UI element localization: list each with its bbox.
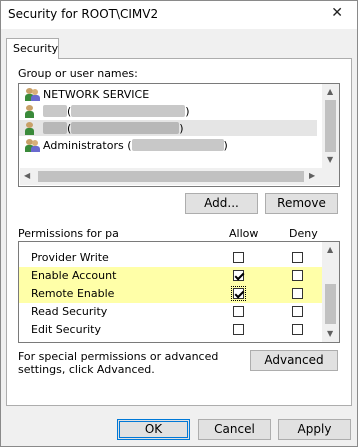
allow-checkbox[interactable] [231,286,246,301]
scroll-down-icon[interactable]: ▼ [327,329,333,338]
scroll-corner [322,168,339,185]
allow-checkbox[interactable] [233,306,244,317]
perm-row-edit-security: Edit Security [19,321,322,339]
list-item[interactable]: ( ) [25,103,190,119]
remove-button[interactable]: Remove [265,193,338,214]
permissions-vscrollbar[interactable]: ▲ ▼ [322,242,339,342]
user-list-vscrollbar[interactable]: ▲ ▼ [322,84,339,168]
dialog-footer: OK Cancel Apply [1,406,357,446]
scroll-right-icon[interactable]: ▶ [309,171,315,180]
perm-row-enable-account: Enable Account [19,267,322,285]
user-list-hscrollbar[interactable]: ◀ ▶ [20,168,322,185]
perm-row-provider-write: Provider Write [19,249,322,267]
redacted-text [71,122,180,134]
redacted-text [71,105,186,117]
deny-checkbox[interactable] [292,324,303,335]
perm-name: Remote Enable [31,287,115,300]
allow-checkbox[interactable] [233,270,244,281]
scroll-up-icon[interactable]: ▲ [327,87,333,96]
redacted-name [43,122,67,134]
scroll-thumb[interactable] [38,171,304,182]
scroll-thumb[interactable] [325,284,336,324]
security-dialog: Security for ROOT\CIMV2 ✕ Security Group… [0,0,358,447]
perm-name: Enable Account [31,269,117,282]
list-item[interactable]: NETWORK SERVICE [25,86,149,102]
close-icon[interactable]: ✕ [331,5,343,21]
permissions-label: Permissions for pa [18,227,119,240]
scroll-left-icon[interactable]: ◀ [24,171,30,180]
window-title: Security for ROOT\CIMV2 [8,7,159,21]
tab-security-label: Security [13,42,59,55]
user-name: Administrators [43,138,124,152]
deny-checkbox[interactable] [292,252,303,263]
perm-name: Edit Security [31,323,101,336]
scroll-thumb[interactable] [325,100,336,152]
user-name: NETWORK SERVICE [43,87,150,101]
advanced-button[interactable]: Advanced [250,350,338,371]
group-label: Group or user names: [18,67,138,80]
list-item[interactable]: Administrators ( ) [25,137,228,153]
add-button[interactable]: Add... [185,193,258,214]
permissions-list: Provider Write Enable Account Remote Ena… [18,241,340,343]
perm-name: Read Security [31,305,108,318]
deny-checkbox[interactable] [292,270,303,281]
title-bar: Security for ROOT\CIMV2 ✕ [1,1,357,29]
cancel-button[interactable]: Cancel [198,419,271,440]
allow-header: Allow [229,227,259,240]
list-item-selected[interactable]: ( ) [19,120,317,136]
scroll-up-icon[interactable]: ▲ [327,245,333,254]
user-group-icon [25,138,41,152]
advanced-description: For special permissions or advanced sett… [18,350,219,376]
deny-checkbox[interactable] [292,288,303,299]
tab-security[interactable]: Security [6,38,59,59]
user-group-icon [25,87,41,101]
scroll-down-icon[interactable]: ▼ [327,155,333,164]
deny-header: Deny [289,227,318,240]
user-icon [25,104,41,118]
user-icon [25,121,41,135]
allow-checkbox[interactable] [233,252,244,263]
perm-name: Provider Write [31,251,109,264]
user-listbox[interactable]: NETWORK SERVICE ( ) ( ) Administrators (… [18,83,340,187]
user-suffix: ( [127,138,132,152]
perm-row-remote-enable: Remote Enable [19,285,322,303]
allow-checkbox[interactable] [233,324,244,335]
deny-checkbox[interactable] [292,306,303,317]
redacted-text [131,139,224,151]
ok-button[interactable]: OK [117,419,190,440]
perm-row-read-security: Read Security [19,303,322,321]
redacted-name [43,105,67,117]
apply-button[interactable]: Apply [278,419,351,440]
